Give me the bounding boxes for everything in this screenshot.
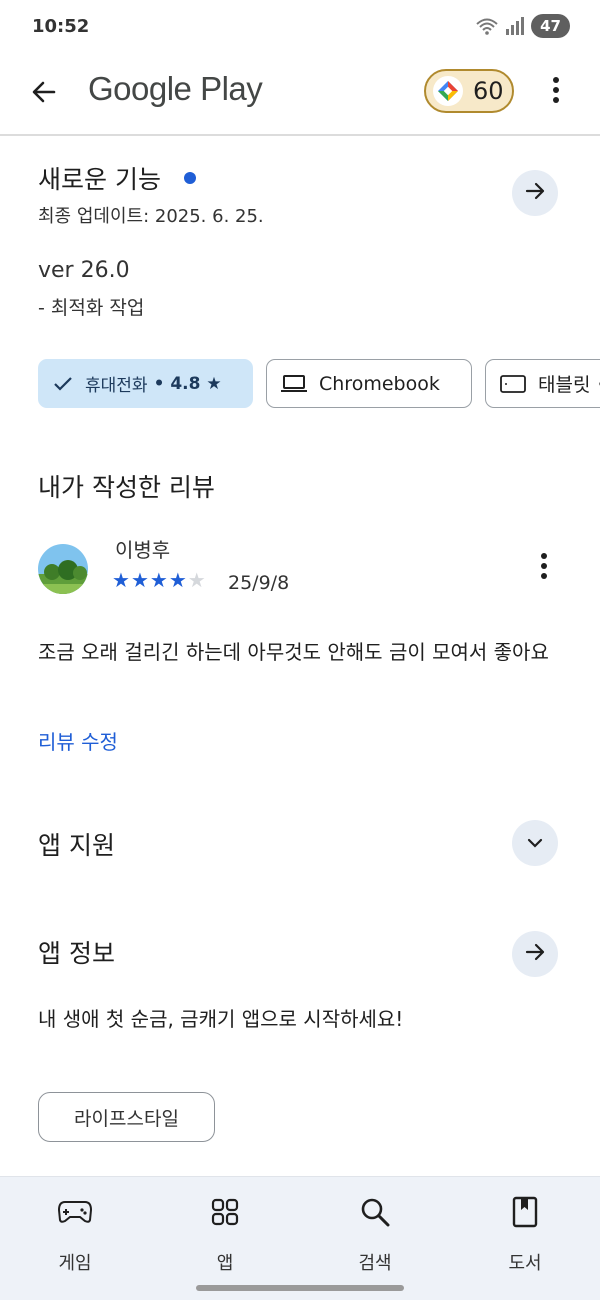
device-chip-chromebook[interactable]: Chromebook <box>266 359 472 408</box>
app-bar-title: Google Play <box>88 70 263 107</box>
changelog-text: - 최적화 작업 <box>38 297 145 319</box>
laptop-icon <box>281 374 307 393</box>
status-time: 10:52 <box>32 16 90 37</box>
play-points-icon <box>433 76 463 106</box>
edit-review-link[interactable]: 리뷰 수정 <box>38 726 118 755</box>
star-filled-icon: ★ <box>130 568 149 592</box>
device-chip-phone-rating: • 4.8 ★ <box>153 373 222 394</box>
gamepad-icon <box>58 1195 92 1229</box>
review-body: 조금 오래 걸리긴 하는데 아무것도 안해도 금이 모여서 좋아요 <box>38 640 549 664</box>
book-icon <box>512 1195 538 1229</box>
status-icons: 47 <box>475 14 570 38</box>
nav-item-games[interactable]: 게임 <box>25 1195 125 1275</box>
signal-icon <box>505 17 525 35</box>
category-chip[interactable]: 라이프스타일 <box>38 1092 215 1142</box>
arrow-forward-icon <box>524 941 546 967</box>
points-value: 60 <box>473 77 504 105</box>
star-empty-icon: ★ <box>187 568 206 592</box>
whats-new-title: 새로운 기능 <box>38 165 161 194</box>
search-icon <box>360 1195 390 1229</box>
app-info-arrow-button[interactable] <box>512 931 558 977</box>
whats-new-arrow-button[interactable] <box>512 170 558 216</box>
bottom-navigation: 게임 앱 검색 도서 <box>0 1176 600 1300</box>
nav-item-books[interactable]: 도서 <box>475 1195 575 1275</box>
star-filled-icon: ★ <box>149 568 168 592</box>
wifi-icon <box>475 16 499 36</box>
avatar <box>38 544 88 594</box>
reviewer-name: 이병후 <box>115 538 171 562</box>
app-support-expand-button[interactable] <box>512 820 558 866</box>
home-indicator <box>196 1285 404 1291</box>
star-filled-icon: ★ <box>168 568 187 592</box>
play-points-chip[interactable]: 60 <box>424 69 514 113</box>
star-rating: ★ ★ ★ ★ ★ <box>112 568 206 592</box>
arrow-back-icon <box>30 78 58 110</box>
more-vert-icon <box>540 552 548 584</box>
last-updated-text: 최종 업데이트: 2025. 6. 25. <box>38 206 264 227</box>
review-date: 25/9/8 <box>228 572 290 594</box>
more-vert-icon <box>552 76 560 108</box>
app-support-title: 앱 지원 <box>38 831 115 860</box>
star-filled-icon: ★ <box>112 568 130 592</box>
battery-badge: 47 <box>531 14 570 38</box>
app-info-title: 앱 정보 <box>38 939 115 968</box>
nav-item-search[interactable]: 검색 <box>325 1195 425 1275</box>
nav-label-games: 게임 <box>58 1253 92 1274</box>
tablet-icon <box>500 374 526 393</box>
chevron-down-icon <box>526 834 544 853</box>
my-review-heading: 내가 작성한 리뷰 <box>38 473 215 502</box>
back-button[interactable] <box>22 72 66 116</box>
app-description: 내 생애 첫 순금, 금캐기 앱으로 시작하세요! <box>38 1007 404 1031</box>
review-menu-button[interactable] <box>530 550 558 586</box>
version-text: ver 26.0 <box>38 258 130 283</box>
device-chip-tablet[interactable]: 태블릿 • <box>485 359 600 408</box>
nav-label-apps: 앱 <box>216 1253 234 1274</box>
device-chip-phone[interactable]: 휴대전화 • 4.8 ★ <box>38 359 253 408</box>
arrow-forward-icon <box>524 180 546 206</box>
device-chip-chromebook-label: Chromebook <box>319 372 440 395</box>
status-bar: 10:52 47 <box>0 0 600 56</box>
nav-label-books: 도서 <box>508 1253 542 1274</box>
nav-label-search: 검색 <box>358 1253 392 1274</box>
nav-item-apps[interactable]: 앱 <box>175 1195 275 1275</box>
check-icon <box>53 376 73 392</box>
overflow-menu-button[interactable] <box>540 70 572 114</box>
top-app-bar: Google Play 60 <box>0 56 600 136</box>
apps-grid-icon <box>211 1195 239 1229</box>
device-chip-phone-label: 휴대전화 <box>85 376 148 396</box>
device-chip-tablet-label: 태블릿 • <box>538 374 600 396</box>
new-indicator-dot <box>184 172 196 184</box>
